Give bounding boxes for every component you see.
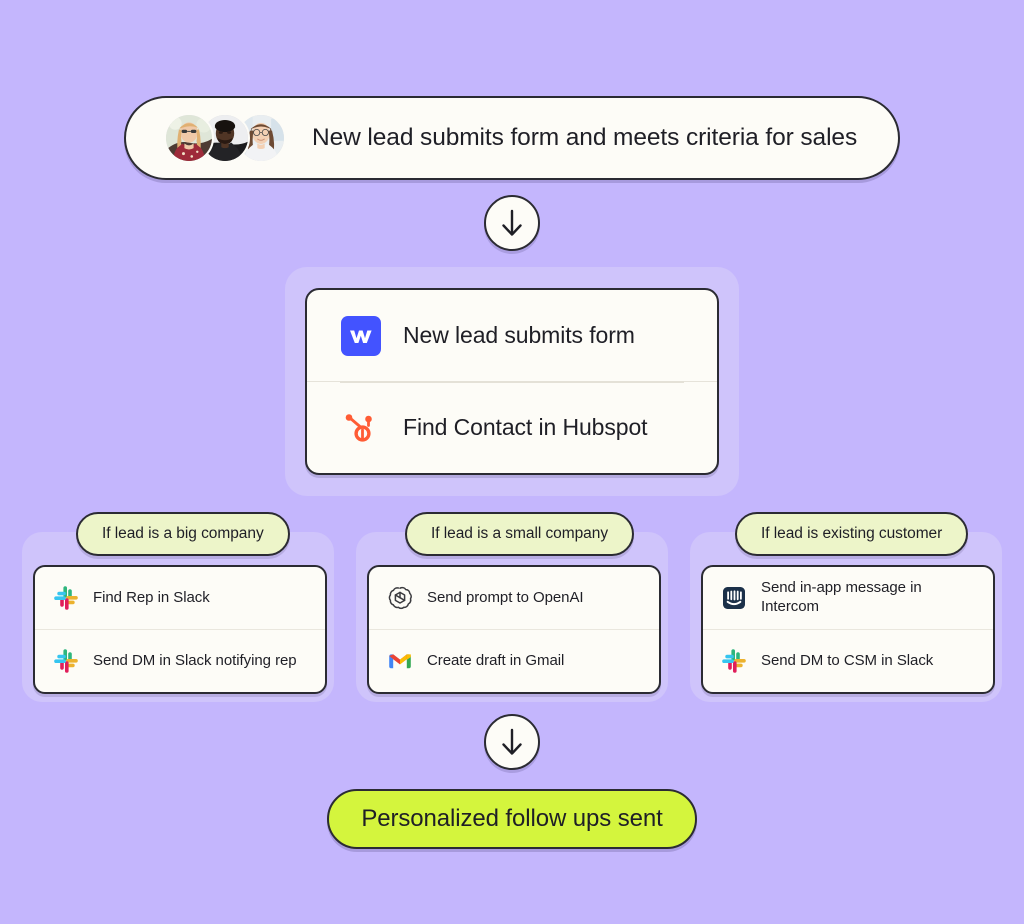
step-label: Find Contact in Hubspot [403, 414, 648, 440]
step-row-find-contact-in-hubspot[interactable]: Find Contact in Hubspot [307, 381, 717, 473]
slack-icon [721, 648, 747, 674]
branch-step-label: Send in-app message in Intercom [761, 579, 922, 615]
gmail-icon [387, 648, 413, 674]
branch-step-label: Find Rep in Slack [93, 588, 210, 606]
trigger-card[interactable]: New lead submits form and meets criteria… [124, 96, 900, 180]
slack-icon [53, 648, 79, 674]
workflow-diagram: New lead submits form and meets criteria… [0, 0, 1024, 924]
condition-pill-small-company[interactable]: If lead is a small company [405, 512, 635, 556]
hubspot-icon [341, 408, 381, 448]
branch-step-send-prompt-to-openai[interactable]: Send prompt to OpenAI [369, 567, 659, 629]
condition-pill-big-company[interactable]: If lead is a big company [76, 512, 290, 556]
branch-step-label: Create draft in Gmail [427, 651, 565, 669]
arrow-down-icon [499, 208, 525, 238]
step-label: New lead submits form [403, 322, 635, 348]
slack-icon [53, 585, 79, 611]
branch-step-label: Send DM to CSM in Slack [761, 651, 934, 669]
trigger-label: New lead submits form and meets criteria… [312, 124, 858, 151]
card-divider [340, 381, 684, 383]
connector-arrow-top [484, 195, 540, 251]
branch-step-send-dm-to-csm-in-slack[interactable]: Send DM to CSM in Slack [703, 629, 993, 692]
condition-pill-existing-customer[interactable]: If lead is existing customer [735, 512, 969, 556]
branch-step-label: Send DM in Slack notifying rep [93, 651, 297, 669]
openai-icon [387, 585, 413, 611]
intercom-icon [721, 585, 747, 611]
connector-arrow-bottom [484, 714, 540, 770]
branch-card-existing-customer[interactable]: Send in-app message in Intercom Send DM … [701, 565, 995, 694]
avatar-stack [164, 113, 286, 163]
arrow-down-icon [499, 727, 525, 757]
avatar-person-1 [164, 113, 214, 163]
branch-card-big-company[interactable]: Find Rep in Slack Send DM in Slack notif… [33, 565, 327, 694]
branch-step-send-in-app-message-in-intercom[interactable]: Send in-app message in Intercom [703, 567, 993, 629]
webflow-icon [341, 315, 381, 356]
branch-step-find-rep-in-slack[interactable]: Find Rep in Slack [35, 567, 325, 629]
branch-step-label: Send prompt to OpenAI [427, 588, 584, 606]
step-row-new-lead-submits-form[interactable]: New lead submits form [307, 290, 717, 381]
result-pill[interactable]: Personalized follow ups sent [327, 789, 697, 849]
branch-card-small-company[interactable]: Send prompt to OpenAI Create draft in Gm… [367, 565, 661, 694]
branch-step-create-draft-in-gmail[interactable]: Create draft in Gmail [369, 629, 659, 692]
branch-step-send-dm-in-slack[interactable]: Send DM in Slack notifying rep [35, 629, 325, 692]
